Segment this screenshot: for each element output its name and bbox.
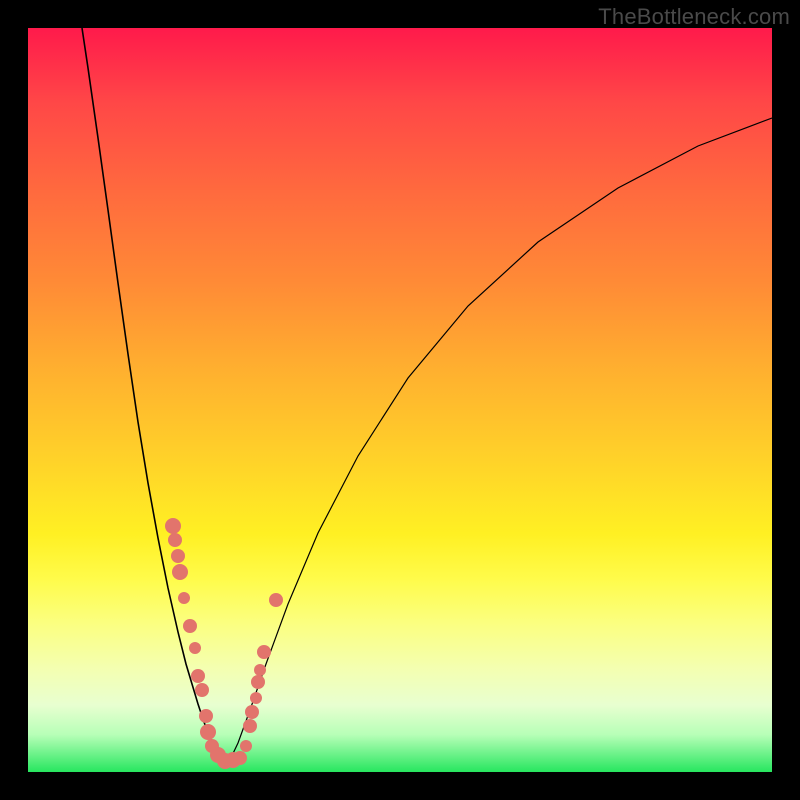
watermark-text: TheBottleneck.com [598,4,790,30]
chart-svg [28,28,772,772]
data-point [171,549,185,563]
data-point [199,709,213,723]
data-point [254,664,266,676]
curve-left-branch [82,28,228,764]
chart-plot-area [28,28,772,772]
data-point [172,564,188,580]
curve-right-branch [228,118,772,764]
data-point [251,675,265,689]
data-point [233,751,247,765]
data-point [243,719,257,733]
data-point [189,642,201,654]
data-point [245,705,259,719]
data-point [250,692,262,704]
data-point [165,518,181,534]
data-point [191,669,205,683]
data-point [200,724,216,740]
data-point [183,619,197,633]
data-point [257,645,271,659]
data-point [240,740,252,752]
marker-group [165,518,283,769]
data-point [178,592,190,604]
data-point [269,593,283,607]
data-point [168,533,182,547]
data-point [195,683,209,697]
